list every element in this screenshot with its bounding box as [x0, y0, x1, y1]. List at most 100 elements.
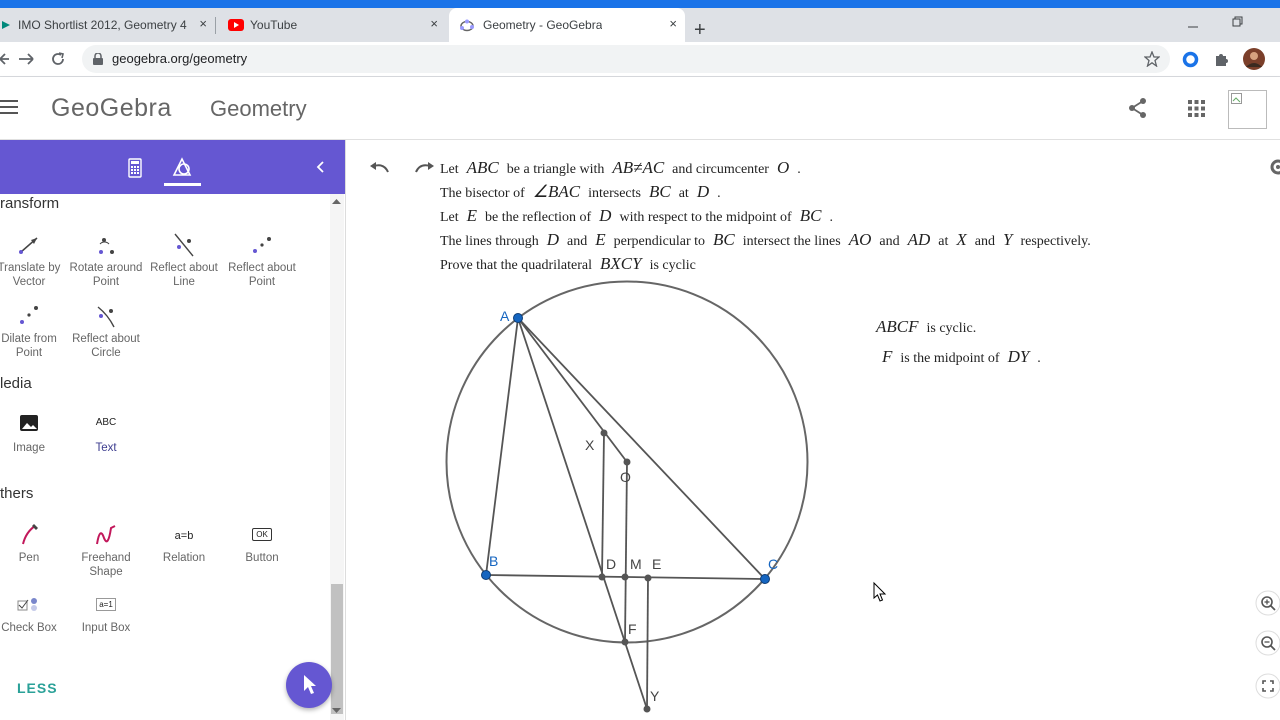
point-a[interactable]: [513, 313, 523, 323]
translate-vector-icon: [19, 237, 38, 254]
tool-translate-by-vector[interactable]: Translate by Vector: [0, 232, 68, 289]
point-c[interactable]: [760, 574, 770, 584]
tool-label: Reflect about: [72, 333, 140, 345]
button-ok-icon: OK: [223, 522, 301, 548]
site-favicon-icon: [2, 21, 10, 29]
ok-label: OK: [252, 528, 272, 541]
tool-reflect-about-circle[interactable]: Reflect about Circle: [67, 303, 145, 360]
reflect-point-icon: [253, 237, 271, 253]
pointer-tool-fab[interactable]: [286, 662, 332, 708]
calculator-icon[interactable]: [128, 158, 142, 178]
side-ab[interactable]: [485, 317, 519, 576]
label-y[interactable]: Y: [650, 688, 660, 704]
tool-image[interactable]: Image: [0, 412, 68, 455]
bookmark-star-icon[interactable]: [1144, 51, 1160, 67]
close-icon[interactable]: ×: [669, 16, 677, 31]
label-d[interactable]: D: [606, 556, 616, 572]
tool-check-box[interactable]: Check Box: [0, 592, 68, 635]
line-ao[interactable]: [517, 317, 628, 463]
omnibox[interactable]: geogebra.org/geometry: [82, 45, 1170, 73]
new-tab-icon[interactable]: +: [694, 20, 706, 40]
share-icon[interactable]: [1128, 97, 1148, 119]
tab-imo-shortlist[interactable]: IMO Shortlist 2012, Geometry 4 ×: [0, 8, 215, 42]
forward-icon[interactable]: [18, 52, 34, 66]
menu-icon[interactable]: [0, 99, 18, 115]
tool-label: Point: [92, 276, 120, 288]
tool-pen[interactable]: Pen: [0, 522, 68, 565]
tools-panel: ransform Translate by Vector Rotate arou…: [0, 140, 346, 720]
label-f[interactable]: F: [628, 621, 637, 637]
label-m[interactable]: M: [630, 556, 642, 572]
geogebra-logo[interactable]: GeoGebra: [51, 94, 172, 123]
less-button[interactable]: LESS: [17, 680, 58, 696]
profile-avatar[interactable]: [1242, 47, 1266, 71]
close-icon[interactable]: ×: [199, 16, 207, 31]
tool-dilate-from-point[interactable]: Dilate from Point: [0, 303, 68, 360]
tool-label: Circle: [91, 347, 121, 359]
tool-button[interactable]: OK Button: [223, 522, 301, 565]
tool-label: Dilate from: [1, 333, 57, 345]
perpendicular-through-d[interactable]: [601, 432, 605, 578]
point-e[interactable]: [644, 574, 652, 582]
settings-gear-icon[interactable]: [1267, 156, 1280, 178]
tool-reflect-about-line[interactable]: Reflect about Line: [145, 232, 223, 289]
point-o[interactable]: [623, 458, 631, 466]
point-m[interactable]: [621, 573, 629, 581]
tool-relation[interactable]: a=b Relation: [145, 522, 223, 565]
reload-icon[interactable]: [50, 51, 66, 67]
scroll-down-arrow-icon[interactable]: [332, 707, 341, 715]
active-tab-indicator: [164, 183, 201, 186]
construction-canvas[interactable]: A B C D M E X O F Y: [346, 140, 1280, 720]
graphics-view[interactable]: Let ABC be a triangle with AB≠AC and circumc…: [346, 140, 1280, 720]
label-o[interactable]: O: [620, 469, 631, 485]
collapse-chevron-icon[interactable]: [316, 161, 325, 173]
point-x[interactable]: [600, 429, 608, 437]
tab-youtube[interactable]: YouTube ×: [220, 8, 446, 42]
close-icon[interactable]: ×: [430, 16, 438, 31]
freehand-icon: [96, 525, 116, 545]
label-c[interactable]: C: [768, 556, 778, 572]
reflect-line-icon: [174, 233, 194, 257]
app-title: Geometry: [210, 96, 307, 121]
side-ac[interactable]: [517, 317, 766, 580]
tool-freehand-shape[interactable]: Freehand Shape: [67, 522, 145, 579]
back-icon[interactable]: [0, 52, 10, 66]
extension-circle-icon[interactable]: [1182, 51, 1199, 68]
input-box-icon-label: a=1: [96, 598, 116, 611]
label-a[interactable]: A: [500, 308, 510, 324]
image-icon: [20, 415, 38, 431]
minimize-icon[interactable]: [1188, 22, 1200, 32]
lock-icon[interactable]: [93, 53, 103, 65]
url-text[interactable]: geogebra.org/geometry: [112, 51, 247, 66]
fullscreen-icon[interactable]: [1254, 673, 1280, 699]
pen-icon: [22, 524, 38, 545]
zoom-in-icon[interactable]: [1254, 590, 1280, 616]
tab-title: YouTube: [250, 18, 298, 32]
panel-scrollbar-thumb[interactable]: [331, 584, 343, 714]
tool-reflect-about-point[interactable]: Reflect about Point: [223, 232, 301, 289]
point-d[interactable]: [598, 573, 606, 581]
extensions-puzzle-icon[interactable]: [1214, 51, 1230, 67]
label-e[interactable]: E: [652, 556, 661, 572]
tool-input-box[interactable]: a=1 Input Box: [67, 592, 145, 635]
tool-label: Reflect about: [150, 262, 218, 274]
tool-label: Pen: [18, 552, 40, 564]
point-y[interactable]: [643, 705, 651, 713]
apps-grid-icon[interactable]: [1188, 100, 1205, 117]
tool-rotate-around-point[interactable]: Rotate around Point: [67, 232, 145, 289]
tab-geogebra[interactable]: Geometry - GeoGebra ×: [449, 8, 685, 42]
label-x[interactable]: X: [585, 437, 595, 453]
section-transform-title: ransform: [0, 195, 60, 212]
scroll-up-arrow-icon[interactable]: [332, 198, 341, 206]
label-b[interactable]: B: [489, 553, 498, 569]
point-f[interactable]: [621, 638, 629, 646]
perpendicular-bisector-bc[interactable]: [624, 461, 628, 643]
bisector-line-ad[interactable]: [517, 317, 648, 710]
tools-geometry-icon[interactable]: [171, 156, 193, 178]
restore-icon[interactable]: [1232, 16, 1244, 28]
user-avatar[interactable]: [1228, 90, 1267, 129]
point-b[interactable]: [481, 570, 491, 580]
perpendicular-through-e[interactable]: [646, 577, 649, 710]
tool-text[interactable]: ABC Text: [67, 412, 145, 455]
zoom-out-icon[interactable]: [1254, 630, 1280, 656]
